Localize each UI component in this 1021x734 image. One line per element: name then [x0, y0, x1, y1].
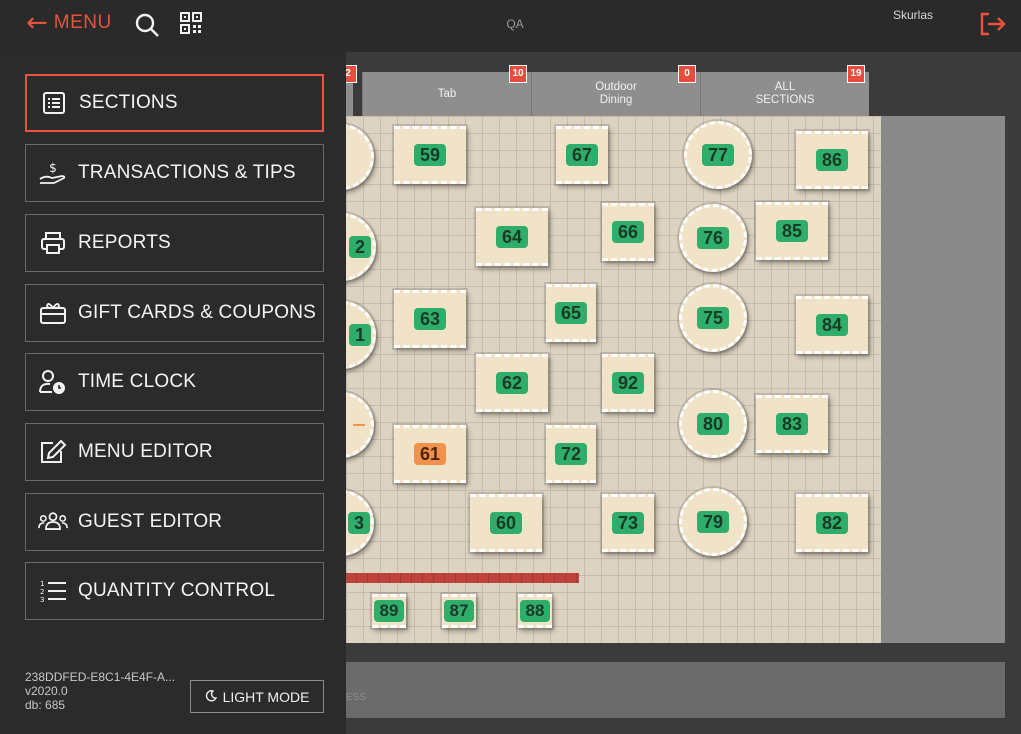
nav-gift-cards-coupons[interactable]: GIFT CARDS & COUPONS: [25, 284, 324, 342]
gift-icon: [38, 301, 68, 325]
table-61[interactable]: 61: [394, 425, 466, 483]
nav-label: QUANTITY CONTROL: [78, 580, 276, 601]
search-icon[interactable]: [134, 12, 160, 43]
table-87[interactable]: 87: [442, 594, 476, 628]
user-name: Skurlas: [892, 8, 933, 22]
tab-count-badge: 19: [847, 65, 865, 83]
table-partial[interactable]: 1: [346, 301, 376, 369]
tab-label: Tab: [437, 87, 457, 100]
tab-count-badge: 10: [509, 65, 527, 83]
table-80[interactable]: 80: [679, 390, 747, 458]
table-64[interactable]: 64: [476, 208, 548, 266]
nav-menu-editor[interactable]: MENU EDITOR: [25, 423, 324, 481]
table-60[interactable]: 60: [470, 494, 542, 552]
table-85[interactable]: 85: [756, 202, 828, 260]
table-72[interactable]: 72: [546, 425, 596, 483]
version-info: 238DDFED-E8C1-4E4F-A... v2020.0 db: 685: [25, 670, 175, 712]
table-75[interactable]: 75: [679, 284, 747, 352]
table-92[interactable]: 92: [602, 354, 654, 412]
table-67[interactable]: 67: [556, 126, 608, 184]
tab-label: Outdoor Dining: [595, 81, 637, 106]
nav-label: SECTIONS: [79, 92, 178, 113]
table-partial[interactable]: [346, 392, 374, 458]
tab-all-sections[interactable]: ALL SECTIONS 19: [700, 65, 869, 116]
light-mode-button[interactable]: LIGHT MODE: [190, 680, 324, 713]
moon-icon: [205, 689, 217, 705]
floor-side-panel: [881, 116, 1005, 643]
qr-code-icon[interactable]: [180, 12, 202, 39]
edit-icon: [38, 439, 68, 465]
tab-count-badge: 0: [678, 65, 696, 83]
svg-text:$: $: [49, 161, 57, 175]
table-65[interactable]: 65: [546, 284, 596, 342]
nav-label: GIFT CARDS & COUPONS: [78, 302, 317, 323]
nav-label: REPORTS: [78, 232, 171, 253]
nav-quantity-control[interactable]: 123 QUANTITY CONTROL: [25, 562, 324, 620]
brick-wall: [346, 573, 579, 583]
table-84[interactable]: 84: [796, 296, 868, 354]
bottom-hint: ESS: [346, 692, 367, 703]
nav-reports[interactable]: REPORTS: [25, 214, 324, 272]
tab-tab[interactable]: Tab 10: [362, 65, 531, 116]
table-76[interactable]: 76: [679, 204, 747, 272]
table-77[interactable]: 77: [684, 121, 752, 189]
table-88[interactable]: 88: [518, 594, 552, 628]
db-version: db: 685: [25, 698, 66, 712]
menu-toggle-button[interactable]: ← MENU: [26, 10, 112, 36]
nav-label: TIME CLOCK: [78, 371, 197, 392]
menu-label: MENU: [53, 12, 112, 33]
svg-text:1: 1: [40, 580, 44, 588]
table-66[interactable]: 66: [602, 203, 654, 261]
table-89[interactable]: 89: [372, 594, 406, 628]
nav-time-clock[interactable]: TIME CLOCK: [25, 353, 324, 411]
nav-sections[interactable]: SECTIONS: [25, 74, 324, 132]
table-79[interactable]: 79: [679, 488, 747, 556]
table-82[interactable]: 82: [796, 494, 868, 552]
location-title: QA: [506, 17, 524, 31]
numbered-list-icon: 123: [38, 578, 68, 604]
nav-label: GUEST EDITOR: [78, 511, 223, 532]
side-drawer: SECTIONS $ TRANSACTIONS & TIPS REPORTS G…: [0, 52, 346, 734]
table-partial[interactable]: [346, 124, 374, 190]
light-mode-label: LIGHT MODE: [222, 688, 310, 705]
bottom-bar: ESS: [346, 662, 1005, 718]
table-partial[interactable]: 3: [346, 490, 374, 556]
users-icon: [38, 510, 68, 534]
table-73[interactable]: 73: [602, 494, 654, 552]
list-icon: [39, 91, 69, 115]
table-63[interactable]: 63: [394, 290, 466, 348]
nav-label: MENU EDITOR: [78, 441, 213, 462]
nav-label: TRANSACTIONS & TIPS: [78, 162, 296, 183]
hand-money-icon: $: [38, 161, 68, 185]
user-clock-icon: [38, 369, 68, 395]
nav-guest-editor[interactable]: GUEST EDITOR: [25, 493, 324, 551]
table-partial[interactable]: 2: [346, 213, 376, 281]
tab-label: ALL SECTIONS: [755, 81, 815, 106]
top-bar: ← MENU QA Skurlas: [0, 0, 1021, 52]
app-version: v2020.0: [25, 684, 68, 698]
table-86[interactable]: 86: [796, 131, 868, 189]
tab-outdoor-dining[interactable]: Outdoor Dining 0: [531, 65, 700, 116]
table-62[interactable]: 62: [476, 354, 548, 412]
table-59[interactable]: 59: [394, 126, 466, 184]
nav-transactions-tips[interactable]: $ TRANSACTIONS & TIPS: [25, 144, 324, 202]
svg-text:2: 2: [40, 588, 44, 596]
table-83[interactable]: 83: [756, 395, 828, 453]
arrow-left-icon: ←: [26, 8, 48, 38]
printer-icon: [38, 231, 68, 255]
floor-plan: 2 1 3 59 67 77 86 64 66 76 85 63 65 75 8…: [346, 116, 881, 643]
svg-text:3: 3: [40, 596, 44, 604]
logout-icon[interactable]: [978, 11, 1008, 42]
device-id: 238DDFED-E8C1-4E4F-A...: [25, 670, 176, 684]
